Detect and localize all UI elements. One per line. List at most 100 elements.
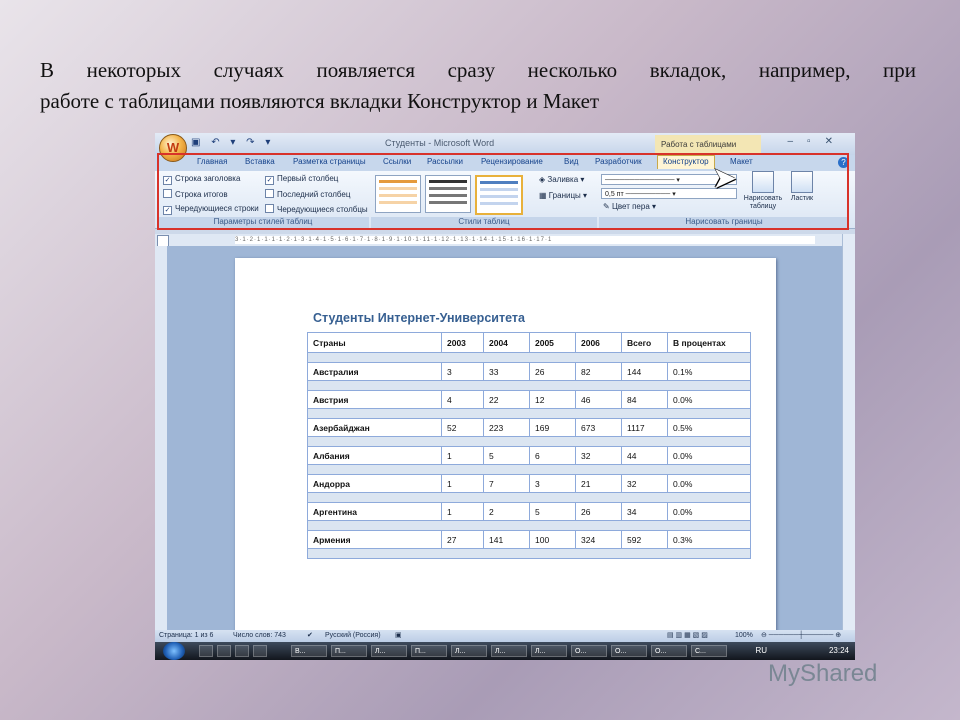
table-cell[interactable]: 33 [483,362,530,381]
macro-icon[interactable]: ▣ [395,630,402,642]
table-cell[interactable]: 144 [621,362,668,381]
table-cell[interactable]: 44 [621,446,668,465]
students-table[interactable]: Страны 2003 2004 2005 2006 Всего В проце… [307,332,751,559]
table-cell[interactable]: 141 [483,530,530,549]
table-header-cell[interactable]: Страны [307,332,442,353]
table-cell[interactable]: 0.1% [667,362,751,381]
eraser-button[interactable]: Ластик [787,171,817,203]
table-cell[interactable]: 26 [529,362,576,381]
table-cell[interactable]: 0.5% [667,418,751,437]
taskbar-item[interactable]: О... [651,645,687,657]
taskbar-item[interactable]: О... [571,645,607,657]
quick-launch-icon[interactable] [235,645,249,657]
tab-home[interactable]: Главная [197,157,227,166]
office-button[interactable]: W [159,134,187,162]
table-cell[interactable]: 3 [441,362,484,381]
table-cell[interactable]: 46 [575,390,622,409]
table-cell[interactable]: 0.0% [667,474,751,493]
tab-page-layout[interactable]: Разметка страницы [293,157,366,166]
tab-design[interactable]: Конструктор [657,155,715,169]
status-language[interactable]: Русский (Россия) [325,630,381,642]
checkbox-first-column[interactable]: ✓ Первый столбец [265,174,338,185]
horizontal-ruler[interactable]: 3·1·2·1·1·1·1·2·1·3·1·4·1·5·1·6·1·7·1·8·… [155,234,855,247]
start-button[interactable] [163,642,185,660]
checkbox-banded-rows[interactable]: ✓ Чередующиеся строки [163,204,259,215]
table-cell[interactable]: Албания [307,446,442,465]
table-cell[interactable]: 32 [575,446,622,465]
table-style-grid[interactable] [425,175,471,213]
status-zoom[interactable]: 100% [735,630,753,642]
table-cell[interactable]: 223 [483,418,530,437]
table-cell[interactable]: Австрия [307,390,442,409]
table-cell[interactable]: 7 [483,474,530,493]
table-cell[interactable]: 5 [483,446,530,465]
table-cell[interactable]: 26 [575,502,622,521]
checkbox-header-row[interactable]: ✓ Строка заголовка [163,174,240,185]
table-cell[interactable]: 21 [575,474,622,493]
table-cell[interactable]: 0.3% [667,530,751,549]
table-cell[interactable]: Андорра [307,474,442,493]
taskbar-item[interactable]: П... [331,645,367,657]
table-header-cell[interactable]: 2004 [483,332,530,353]
table-cell[interactable]: 324 [575,530,622,549]
table-cell[interactable]: 592 [621,530,668,549]
checkbox-banded-columns[interactable]: Чередующиеся столбцы [265,204,368,214]
taskbar-item[interactable]: Л... [371,645,407,657]
table-header-cell[interactable]: 2005 [529,332,576,353]
table-header-cell[interactable]: 2003 [441,332,484,353]
taskbar-item[interactable]: В... [291,645,327,657]
table-cell[interactable]: 1 [441,502,484,521]
table-cell[interactable]: 22 [483,390,530,409]
table-cell[interactable]: 673 [575,418,622,437]
window-controls[interactable]: –▫✕ [788,136,848,147]
table-styles-gallery[interactable] [373,173,523,215]
quick-launch-icon[interactable] [199,645,213,657]
tab-insert[interactable]: Вставка [245,157,275,166]
checkbox-last-column[interactable]: Последний столбец [265,189,350,199]
table-cell[interactable]: 32 [621,474,668,493]
table-cell[interactable]: 0.0% [667,446,751,465]
table-cell[interactable]: 169 [529,418,576,437]
taskbar-item[interactable]: П... [411,645,447,657]
tab-review[interactable]: Рецензирование [481,157,543,166]
checkbox-total-row[interactable]: Строка итогов [163,189,228,199]
tab-view[interactable]: Вид [564,157,578,166]
tray-language[interactable]: RU [755,642,767,660]
tab-references[interactable]: Ссылки [383,157,411,166]
table-cell[interactable]: 6 [529,446,576,465]
table-cell[interactable]: 5 [529,502,576,521]
table-cell[interactable]: 100 [529,530,576,549]
table-cell[interactable]: Армения [307,530,442,549]
document-page[interactable]: Студенты Интернет-Университета Страны 20… [235,258,776,630]
table-cell[interactable]: 4 [441,390,484,409]
taskbar-item[interactable]: С... [691,645,727,657]
quick-launch-icon[interactable] [217,645,231,657]
table-cell[interactable]: Австралия [307,362,442,381]
taskbar-item[interactable]: О... [611,645,647,657]
table-cell[interactable]: 34 [621,502,668,521]
taskbar-item[interactable]: Л... [451,645,487,657]
table-cell[interactable]: 82 [575,362,622,381]
table-cell[interactable]: 1 [441,474,484,493]
help-icon[interactable]: ? [838,157,849,168]
draw-table-button[interactable]: Нарисовать таблицу [741,171,785,211]
tab-developer[interactable]: Разработчик [595,157,642,166]
table-cell[interactable]: 52 [441,418,484,437]
table-header-cell[interactable]: В процентах [667,332,751,353]
table-cell[interactable]: 1 [441,446,484,465]
taskbar-item[interactable]: Л... [491,645,527,657]
table-header-cell[interactable]: Всего [621,332,668,353]
taskbar-item[interactable]: Л... [531,645,567,657]
table-cell[interactable]: Азербайджан [307,418,442,437]
tab-mailings[interactable]: Рассылки [427,157,463,166]
view-buttons[interactable]: ▤ ▥ ▦ ▧ ▨ [667,630,708,642]
table-cell[interactable]: 84 [621,390,668,409]
table-cell[interactable]: Аргентина [307,502,442,521]
table-style-selected[interactable] [475,175,523,215]
table-cell[interactable]: 2 [483,502,530,521]
vertical-scrollbar[interactable] [842,234,855,630]
table-cell[interactable]: 12 [529,390,576,409]
status-word-count[interactable]: Число слов: 743 [233,630,286,642]
borders-button[interactable]: ▦ Границы ▾ [539,191,587,200]
pen-color-button[interactable]: ✎ Цвет пера ▾ [603,202,656,211]
